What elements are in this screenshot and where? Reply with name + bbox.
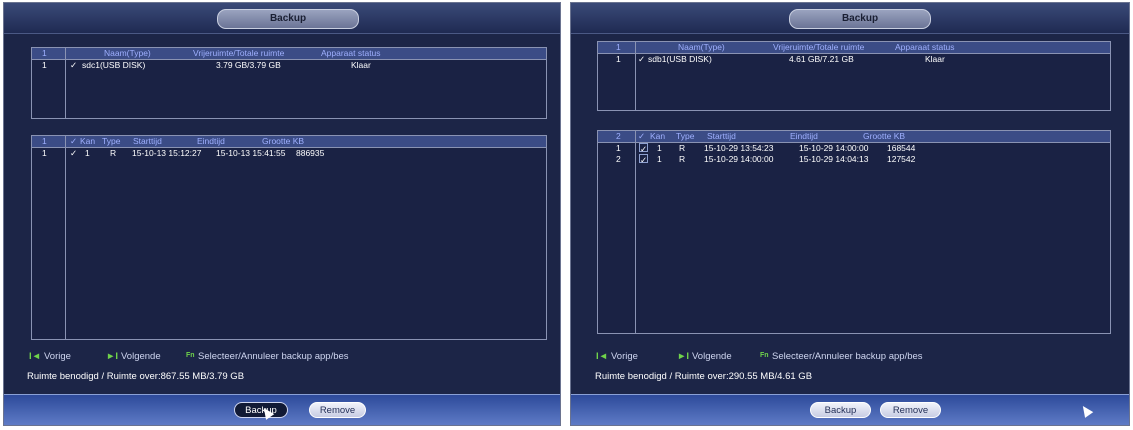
title-bar: Backup (4, 3, 560, 34)
select-all-checkbox[interactable]: ✓ (70, 136, 77, 146)
button-bar: Backup Remove (4, 394, 560, 425)
file-row-type: R (679, 154, 686, 164)
file-row-channel: 1 (657, 154, 662, 164)
file-header-size[interactable]: Grootte KB (863, 131, 905, 142)
file-row-channel: 1 (657, 143, 662, 153)
file-header-start[interactable]: Starttijd (707, 131, 736, 142)
window-title: Backup (789, 9, 931, 29)
device-row-index: 1 (42, 60, 47, 70)
file-header-start[interactable]: Starttijd (133, 136, 162, 147)
file-row[interactable]: 1 ✓ 1 R 15-10-13 15:12:27 15-10-13 15:41… (32, 148, 546, 159)
file-header-end[interactable]: Eindtijd (197, 136, 225, 147)
column-divider (635, 42, 636, 110)
device-list[interactable]: 1 Naam(Type) Vrijeruimte/Totale ruimte A… (597, 41, 1111, 111)
remove-button[interactable]: Remove (880, 402, 941, 418)
device-header-space[interactable]: Vrijeruimte/Totale ruimte (773, 42, 864, 53)
device-header-count: 1 (616, 42, 621, 52)
file-header-type[interactable]: Type (676, 131, 694, 142)
file-list[interactable]: 2 ✓ Kan Type Starttijd Eindtijd Grootte … (597, 130, 1111, 334)
device-row-status: Klaar (925, 54, 945, 64)
device-row-space: 3.79 GB/3.79 GB (216, 60, 281, 70)
device-row-checkbox[interactable]: ✓ (638, 54, 645, 64)
device-row-index: 1 (616, 54, 621, 64)
next-key-icon: ►I (677, 351, 690, 362)
file-row-checkbox[interactable]: ✓ (70, 148, 77, 158)
backup-window-right: Backup 1 Naam(Type) Vrijeruimte/Totale r… (570, 2, 1130, 426)
next-label[interactable]: Volgende (121, 351, 161, 362)
device-header-name[interactable]: Naam(Type) (678, 42, 725, 53)
file-list[interactable]: 1 ✓ Kan Type Starttijd Eindtijd Grootte … (31, 135, 547, 340)
fn-key-icon: Fn (760, 352, 769, 359)
file-header-count: 1 (42, 136, 47, 146)
device-row-status: Klaar (351, 60, 371, 70)
device-list[interactable]: 1 Naam(Type) Vrijeruimte/Totale ruimte A… (31, 47, 547, 119)
file-row-checkbox[interactable]: ✓ (639, 154, 648, 165)
device-row-name: sdc1(USB DISK) (82, 60, 146, 70)
backup-window-left: Backup 1 Naam(Type) Vrijeruimte/Totale r… (3, 2, 561, 426)
file-header-end[interactable]: Eindtijd (790, 131, 818, 142)
device-row-checkbox[interactable]: ✓ (70, 60, 77, 70)
select-label[interactable]: Selecteer/Annuleer backup app/bes (772, 351, 923, 362)
file-header-type[interactable]: Type (102, 136, 120, 147)
window-title: Backup (217, 9, 359, 29)
file-list-header: 2 ✓ Kan Type Starttijd Eindtijd Grootte … (598, 131, 1110, 143)
file-row-type: R (110, 148, 117, 158)
file-row-start: 15-10-29 13:54:23 (704, 143, 774, 153)
file-row-end: 15-10-29 14:00:00 (799, 143, 869, 153)
select-label[interactable]: Selecteer/Annuleer backup app/bes (198, 351, 349, 362)
device-list-header: 1 Naam(Type) Vrijeruimte/Totale ruimte A… (32, 48, 546, 60)
device-row[interactable]: 1 ✓ sdb1(USB DISK) 4.61 GB/7.21 GB Klaar (598, 54, 1110, 65)
remove-button[interactable]: Remove (309, 402, 366, 418)
space-summary: Ruimte benodigd / Ruimte over:290.55 MB/… (595, 371, 813, 382)
button-bar: Backup Remove (571, 394, 1129, 425)
file-row-index: 2 (616, 154, 621, 164)
column-divider (65, 136, 66, 339)
backup-button[interactable]: Backup (810, 402, 871, 418)
file-row-channel: 1 (85, 148, 90, 158)
file-row-index: 1 (42, 148, 47, 158)
mouse-cursor-icon (1078, 403, 1094, 418)
file-list-header: 1 ✓ Kan Type Starttijd Eindtijd Grootte … (32, 136, 546, 148)
device-header-space[interactable]: Vrijeruimte/Totale ruimte (193, 48, 284, 59)
file-row-type: R (679, 143, 686, 153)
file-header-count: 2 (616, 131, 621, 141)
file-row[interactable]: 1 ✓ 1 R 15-10-29 13:54:23 15-10-29 14:00… (598, 143, 1110, 154)
file-row-end: 15-10-13 15:41:55 (216, 148, 286, 158)
prev-key-icon: I◄ (29, 351, 42, 362)
file-row-size: 886935 (296, 148, 325, 158)
file-row-start: 15-10-29 14:00:00 (704, 154, 774, 164)
title-bar: Backup (571, 3, 1129, 34)
device-list-header: 1 Naam(Type) Vrijeruimte/Totale ruimte A… (598, 42, 1110, 54)
file-row-index: 1 (616, 143, 621, 153)
device-row-name: sdb1(USB DISK) (648, 54, 712, 64)
space-summary: Ruimte benodigd / Ruimte over:867.55 MB/… (27, 371, 245, 382)
file-row-start: 15-10-13 15:12:27 (132, 148, 202, 158)
file-row[interactable]: 2 ✓ 1 R 15-10-29 14:00:00 15-10-29 14:04… (598, 154, 1110, 165)
file-row-end: 15-10-29 14:04:13 (799, 154, 869, 164)
file-row-size: 127542 (887, 154, 916, 164)
select-all-checkbox[interactable]: ✓ (638, 131, 645, 141)
file-header-channel[interactable]: Kan (650, 131, 665, 142)
file-header-size[interactable]: Grootte KB (262, 136, 304, 147)
device-header-status[interactable]: Apparaat status (895, 42, 955, 53)
prev-key-icon: I◄ (596, 351, 609, 362)
device-row[interactable]: 1 ✓ sdc1(USB DISK) 3.79 GB/3.79 GB Klaar (32, 60, 546, 71)
prev-label[interactable]: Vorige (44, 351, 71, 362)
prev-label[interactable]: Vorige (611, 351, 638, 362)
device-header-count: 1 (42, 48, 47, 58)
fn-key-icon: Fn (186, 352, 195, 359)
device-row-space: 4.61 GB/7.21 GB (789, 54, 854, 64)
device-header-name[interactable]: Naam(Type) (104, 48, 151, 59)
file-row-checkbox[interactable]: ✓ (639, 143, 648, 154)
column-divider (65, 48, 66, 118)
next-label[interactable]: Volgende (692, 351, 732, 362)
device-header-status[interactable]: Apparaat status (321, 48, 381, 59)
next-key-icon: ►I (106, 351, 119, 362)
file-header-channel[interactable]: Kan (80, 136, 95, 147)
file-row-size: 168544 (887, 143, 916, 153)
